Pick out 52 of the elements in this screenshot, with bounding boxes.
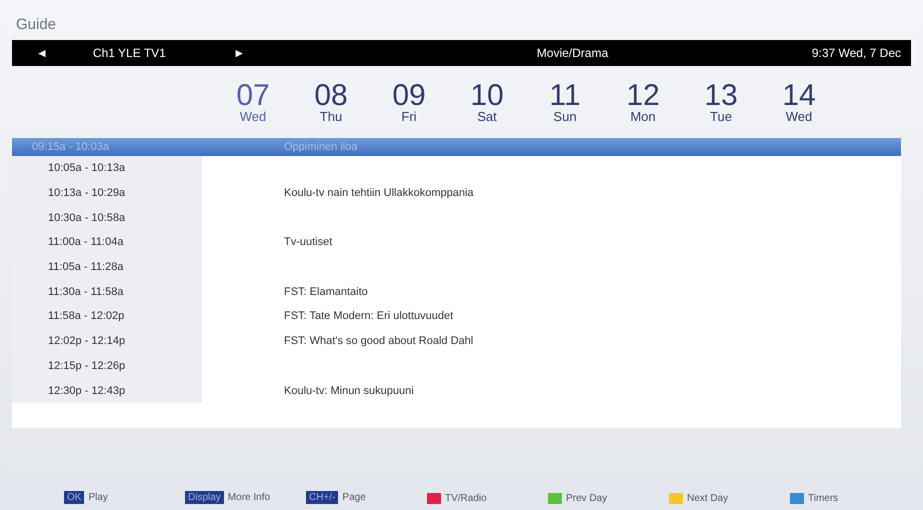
- remote-key-label: CH+/-: [306, 491, 338, 504]
- program-row[interactable]: 12:02p - 12:14p FST: What's so good about Roald Dahl: [12, 328, 901, 354]
- screen-title: Guide: [15, 16, 58, 35]
- day-tab[interactable]: 07 Wed: [214, 82, 292, 122]
- time-slot: 11:30a - 11:58a: [48, 286, 124, 298]
- time-slot: 10:30a - 10:58a: [48, 212, 126, 224]
- next-channel-arrow[interactable]: ►: [233, 46, 537, 60]
- day-tab[interactable]: 08 Thu: [292, 82, 370, 122]
- time-slot: 09:15a - 10:03a: [32, 141, 110, 153]
- genre-label: Movie/Drama: [536, 46, 610, 60]
- program-title: Oppiminen iloa: [283, 141, 358, 153]
- previous-channel-arrow[interactable]: ◄: [36, 46, 93, 60]
- program-row[interactable]: 10:30a - 10:58a: [12, 205, 901, 230]
- day-tab[interactable]: 14 Wed: [760, 82, 838, 122]
- key-action-label: TV/Radio: [445, 493, 487, 504]
- program-title: Tv-uutiset: [283, 236, 332, 248]
- key-action-label: More Info: [228, 492, 270, 503]
- key-action-label: Play: [88, 492, 108, 503]
- time-slot: 11:05a - 11:28a: [48, 261, 124, 274]
- program-row[interactable]: 11:05a - 11:28a: [12, 254, 901, 280]
- day-tab[interactable]: 13 Tue: [682, 82, 760, 122]
- time-slot: 11:58a - 12:02p: [48, 310, 124, 322]
- program-title: FST: Tate Modern: Eri ulottuvuudet: [283, 310, 454, 322]
- time-slot: 12:15p - 12:26p: [48, 360, 126, 372]
- key-action-label: Prev Day: [566, 493, 608, 504]
- remote-key-label: OK: [64, 491, 84, 504]
- program-row[interactable]: 11:00a - 11:04a Tv-uutiset: [12, 230, 901, 255]
- time-slot: 12:02p - 12:14p: [48, 335, 126, 348]
- program-row[interactable]: 12:30p - 12:43p Koulu-tv: Minun sukupuuni: [12, 378, 901, 403]
- day-tab[interactable]: 09 Fri: [370, 82, 448, 122]
- program-title: Koulu-tv nain tehtiin Ullakkokomppania: [283, 187, 474, 200]
- program-row[interactable]: 10:13a - 10:29a Koulu-tv nain tehtiin Ullakkokomppania: [12, 180, 901, 206]
- program-title: FST: What's so good about Roald Dahl: [283, 335, 474, 348]
- program-row[interactable]: 12:15p - 12:26p: [12, 354, 901, 378]
- clock-label: 9:37 Wed, 7 Dec: [812, 46, 901, 60]
- day-tab[interactable]: 12 Mon: [604, 82, 682, 122]
- time-slot: 10:13a - 10:29a: [48, 187, 126, 200]
- channel-name: Ch1 YLE TV1: [92, 46, 167, 60]
- key-action-label: Timers: [808, 493, 838, 504]
- program-row[interactable]: 11:30a - 11:58a FST: Elamantaito: [12, 279, 901, 304]
- time-slot: 12:30p - 12:43p: [48, 384, 126, 397]
- time-slot: 10:05a - 10:13a: [48, 162, 126, 174]
- time-slot: 11:00a - 11:04a: [48, 236, 124, 248]
- day-tab[interactable]: 11 Sun: [526, 82, 604, 122]
- program-title: Koulu-tv: Minun sukupuuni: [283, 384, 414, 397]
- remote-key-label: Display: [185, 491, 224, 504]
- program-title: FST: Elamantaito: [283, 286, 368, 298]
- key-action-label: Next Day: [687, 493, 728, 504]
- program-row[interactable]: 10:05a - 10:13a: [12, 156, 901, 181]
- day-tab[interactable]: 10 Sat: [448, 82, 526, 122]
- key-action-label: Page: [342, 492, 366, 503]
- program-row[interactable]: 11:58a - 12:02p FST: Tate Modern: Eri ulottuvuudet: [12, 304, 901, 329]
